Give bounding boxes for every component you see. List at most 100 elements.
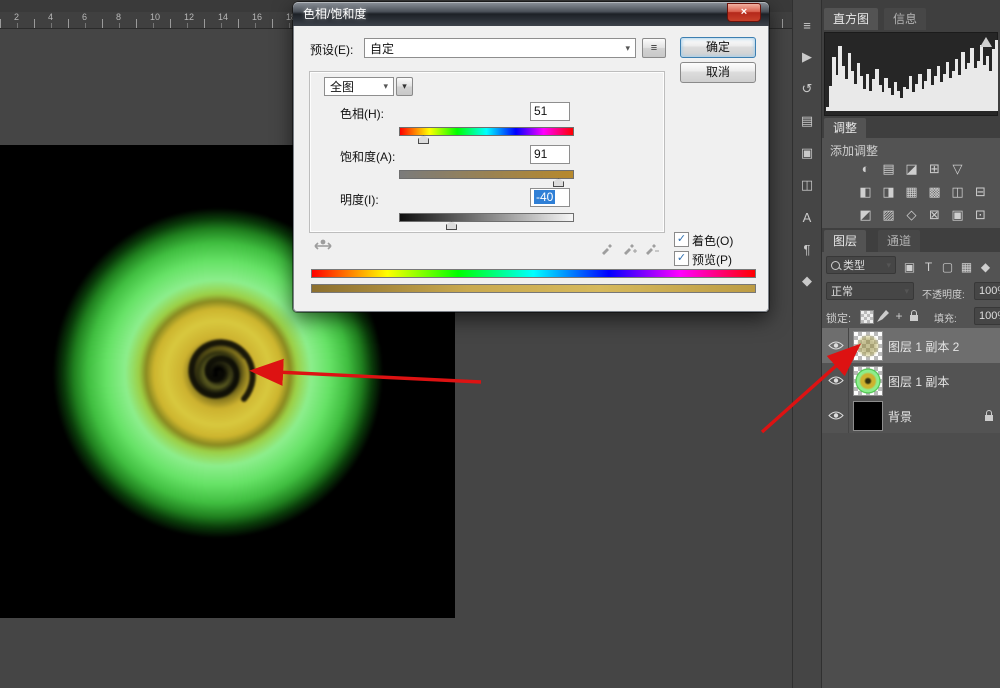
collapse-panels-icon[interactable]: ≡ — [793, 14, 821, 36]
clone-source-icon[interactable]: ▣ — [793, 142, 821, 164]
cancel-button[interactable]: 取消 — [680, 62, 756, 83]
eyedropper-subtract-icon[interactable] — [644, 240, 659, 255]
dialog-titlebar[interactable]: 色相/饱和度 × — [293, 2, 769, 26]
colorize-checkbox[interactable]: ✓ — [674, 232, 689, 247]
layers-empty-area — [822, 433, 1000, 688]
lock-move-icon[interactable]: + — [893, 310, 905, 322]
lightness-slider[interactable] — [399, 213, 574, 222]
layer-row-background[interactable]: 背景 — [822, 398, 1000, 434]
eye-icon[interactable] — [828, 340, 844, 351]
layer-name[interactable]: 图层 1 副本 — [888, 373, 949, 390]
character-panel-icon[interactable]: A — [793, 206, 821, 228]
eye-icon[interactable] — [828, 410, 844, 421]
layer-filter-icon[interactable]: ▢ — [938, 260, 957, 274]
adjustment-icon[interactable]: ⊟ — [969, 184, 992, 200]
layer-filter-icon[interactable]: ◆ — [976, 260, 995, 274]
adjustment-icon[interactable]: ⊡ — [969, 207, 992, 223]
adjustment-icon[interactable]: ◧ — [854, 184, 877, 200]
layer-thumbnail[interactable] — [853, 366, 883, 396]
lock-transparency-icon[interactable] — [860, 310, 874, 324]
preset-options-button[interactable]: ≡ — [642, 38, 666, 58]
layer-filter-dropdown[interactable]: 类型 ▾ — [826, 256, 896, 274]
layer-name[interactable]: 图层 1 副本 2 — [888, 338, 959, 355]
adjustment-icon[interactable]: ▩ — [923, 184, 946, 200]
channel-menu-button[interactable]: ▾ — [396, 77, 413, 96]
eyedropper-icon[interactable] — [600, 240, 615, 255]
lightness-label: 明度(I): — [340, 191, 379, 208]
tab-histogram[interactable]: 直方图 — [824, 8, 878, 30]
tab-info[interactable]: 信息 — [884, 8, 926, 30]
lightness-input[interactable]: -40 — [530, 188, 570, 207]
blend-mode-value: 正常 — [831, 283, 853, 299]
layer-comps-icon[interactable]: ◫ — [793, 174, 821, 196]
ruler-number: 16 — [252, 12, 262, 22]
preset-value: 自定 — [370, 40, 394, 57]
adjustment-icon[interactable]: ◨ — [877, 184, 900, 200]
layer-filter-icon[interactable]: T — [919, 260, 938, 274]
adjustment-icon[interactable]: ◪ — [900, 161, 923, 177]
actions-icon[interactable]: ▶ — [793, 46, 821, 68]
close-icon: × — [741, 6, 747, 18]
opacity-label: 不透明度: — [922, 286, 965, 301]
paragraph-panel-icon[interactable]: ¶ — [793, 238, 821, 260]
divider — [848, 398, 849, 433]
fill-dropdown[interactable]: 100% — [974, 307, 1000, 325]
adjustment-icon[interactable]: ▽ — [946, 161, 969, 177]
channel-dropdown[interactable]: 全图 ▾ — [324, 77, 394, 96]
adjustment-icon[interactable]: ◩ — [854, 207, 877, 223]
lightness-value: -40 — [534, 190, 555, 204]
tab-channels[interactable]: 通道 — [878, 230, 920, 252]
history-icon[interactable]: ↺ — [793, 78, 821, 100]
lock-paint-icon[interactable] — [877, 310, 889, 322]
blend-mode-dropdown[interactable]: 正常 ▾ — [826, 282, 914, 300]
adjustment-icon[interactable]: ▤ — [877, 161, 900, 177]
lock-all-icon[interactable] — [909, 309, 921, 321]
adjustment-icon[interactable]: ◫ — [946, 184, 969, 200]
saturation-slider[interactable] — [399, 170, 574, 179]
lock-row: 锁定: + 填充: 100% — [822, 304, 1000, 329]
check-icon: ✓ — [677, 252, 686, 264]
histogram-warning-icon[interactable] — [980, 37, 992, 47]
tab-adjustments[interactable]: 调整 — [824, 118, 866, 138]
adjustment-icon[interactable]: ▦ — [900, 184, 923, 200]
3d-panel-icon[interactable]: ◆ — [793, 270, 821, 292]
close-button[interactable]: × — [727, 3, 761, 22]
channel-value: 全图 — [330, 78, 354, 95]
preview-checkbox[interactable]: ✓ — [674, 251, 689, 266]
adjustment-icon[interactable]: ▣ — [946, 207, 969, 223]
saturation-input[interactable]: 91 — [530, 145, 570, 164]
brush-presets-icon[interactable]: ▤ — [793, 110, 821, 132]
opacity-dropdown[interactable]: 100% — [974, 282, 1000, 300]
adjustment-icon[interactable]: ◇ — [900, 207, 923, 223]
chevron-down-icon: ▾ — [625, 43, 630, 54]
preset-dropdown[interactable]: 自定 ▾ — [364, 38, 636, 58]
layer-name[interactable]: 背景 — [888, 408, 912, 425]
eye-icon[interactable] — [828, 375, 844, 386]
preview-label: 预览(P) — [692, 251, 732, 268]
layer-thumbnail[interactable] — [853, 331, 883, 361]
adjustment-icon[interactable]: ⊞ — [923, 161, 946, 177]
check-icon: ✓ — [677, 233, 686, 245]
layer-filter-icon[interactable]: ▣ — [900, 260, 919, 274]
divider — [848, 363, 849, 398]
eyedropper-add-icon[interactable] — [622, 240, 637, 255]
adjustment-icon[interactable]: ⊠ — [923, 207, 946, 223]
ok-button[interactable]: 确定 — [680, 37, 756, 58]
layer-row-copy[interactable]: 图层 1 副本 — [822, 363, 1000, 399]
tab-layers[interactable]: 图层 — [824, 230, 866, 252]
hue-input[interactable]: 51 — [530, 102, 570, 121]
hue-slider[interactable] — [399, 127, 574, 136]
layer-row-copy2[interactable]: 图层 1 副本 2 — [822, 328, 1000, 364]
adjustment-icon[interactable]: ▨ — [877, 207, 900, 223]
on-image-adjustment-icon[interactable] — [312, 237, 334, 255]
adjustment-icon[interactable]: ◐ — [854, 161, 877, 176]
saturation-label: 饱和度(A): — [340, 148, 395, 165]
chevron-down-icon: ▾ — [383, 81, 388, 92]
dialog-body: 预设(E): 自定 ▾ ≡ 确定 取消 全图 ▾ ▾ 色相(H): 51 饱和度… — [293, 26, 769, 312]
filter-type-label: 类型 — [843, 257, 865, 273]
layer-thumbnail[interactable] — [853, 401, 883, 431]
hue-label: 色相(H): — [340, 105, 384, 122]
ruler-number: 6 — [82, 12, 87, 22]
spectrum-bar-adjusted — [311, 284, 756, 293]
layer-filter-icon[interactable]: ▦ — [957, 260, 976, 274]
